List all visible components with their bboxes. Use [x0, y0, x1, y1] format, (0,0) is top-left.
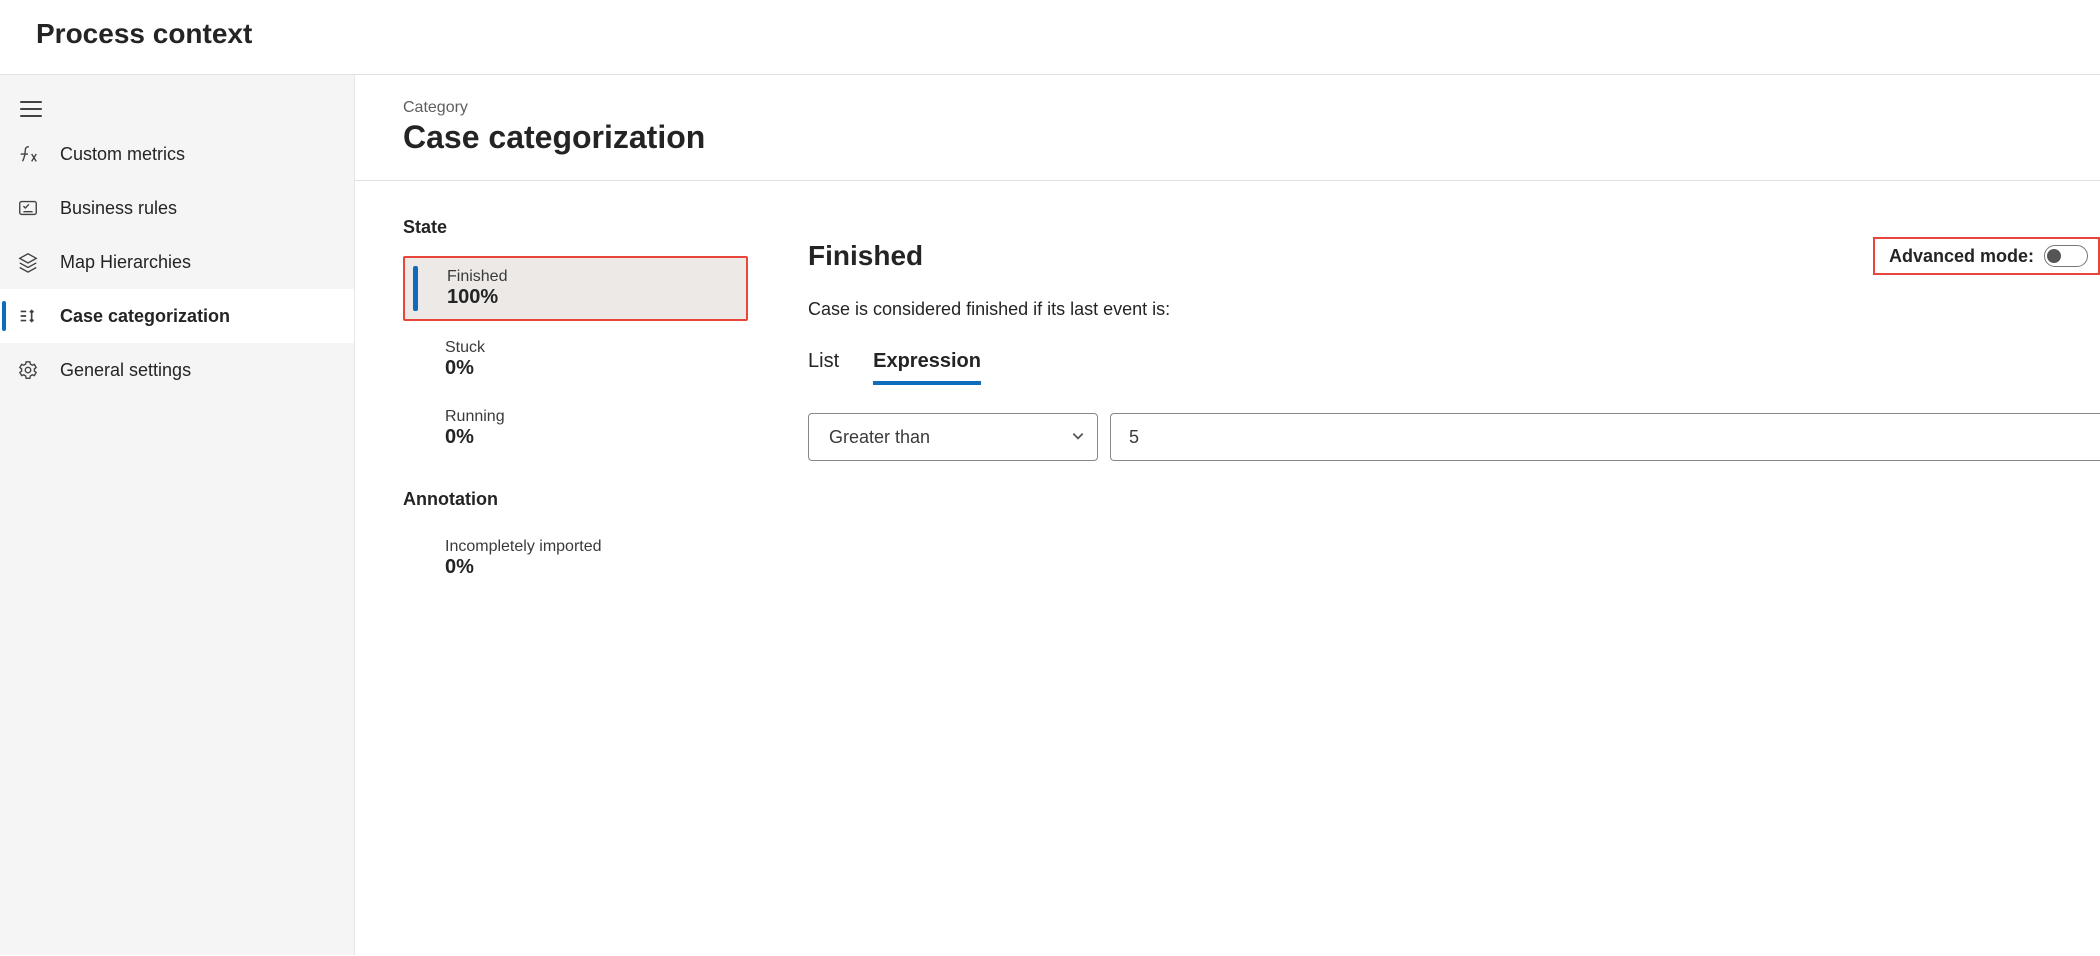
tab-expression[interactable]: Expression: [873, 350, 981, 385]
sidebar-item-case-categorization[interactable]: Case categorization: [0, 289, 354, 343]
operator-selected-value: Greater than: [829, 427, 930, 448]
value-input[interactable]: [1110, 413, 2100, 461]
advanced-mode-label: Advanced mode:: [1889, 246, 2034, 267]
annotation-card-incompletely-imported[interactable]: Incompletely imported 0%: [403, 528, 748, 589]
hamburger-icon: [20, 101, 42, 117]
detail-description: Case is considered finished if its last …: [808, 299, 2100, 320]
sidebar-item-label: General settings: [60, 360, 191, 381]
hamburger-button[interactable]: [0, 83, 354, 127]
state-value: 100%: [447, 286, 732, 309]
detail-title: Finished: [808, 240, 923, 272]
annotation-value: 0%: [445, 556, 734, 579]
state-name: Finished: [447, 268, 732, 286]
sidebar: Custom metrics Business rules Map Hierar…: [0, 75, 355, 955]
toggle-knob: [2047, 249, 2061, 263]
chevron-down-icon: [1071, 427, 1085, 448]
category-label: Category: [403, 99, 2100, 117]
sidebar-item-general-settings[interactable]: General settings: [0, 343, 354, 397]
state-card-running[interactable]: Running 0%: [403, 398, 748, 459]
main-content: Category Case categorization State Finis…: [355, 75, 2100, 955]
annotation-section-label: Annotation: [403, 489, 748, 510]
function-icon: [16, 143, 40, 165]
state-card-stuck[interactable]: Stuck 0%: [403, 329, 748, 390]
category-title: Case categorization: [403, 119, 2100, 156]
advanced-mode-toggle[interactable]: [2044, 245, 2088, 267]
tab-list[interactable]: List: [808, 350, 839, 385]
sidebar-item-label: Case categorization: [60, 306, 230, 327]
gear-icon: [16, 359, 40, 381]
sidebar-item-label: Map Hierarchies: [60, 252, 191, 273]
detail-tabs: List Expression: [808, 350, 2100, 385]
advanced-mode-container: Advanced mode:: [1873, 237, 2100, 275]
sidebar-item-label: Business rules: [60, 198, 177, 219]
state-name: Stuck: [445, 339, 734, 357]
sidebar-item-business-rules[interactable]: Business rules: [0, 181, 354, 235]
rules-icon: [16, 197, 40, 219]
state-section-label: State: [403, 217, 748, 238]
state-card-finished[interactable]: Finished 100%: [403, 256, 748, 321]
state-name: Running: [445, 408, 734, 426]
state-value: 0%: [445, 357, 734, 380]
page-title: Process context: [0, 0, 2100, 75]
sidebar-item-custom-metrics[interactable]: Custom metrics: [0, 127, 354, 181]
layers-icon: [16, 251, 40, 273]
annotation-name: Incompletely imported: [445, 538, 734, 556]
state-value: 0%: [445, 426, 734, 449]
sidebar-item-label: Custom metrics: [60, 144, 185, 165]
categorize-icon: [16, 305, 40, 327]
operator-select[interactable]: Greater than: [808, 413, 1098, 461]
sidebar-item-map-hierarchies[interactable]: Map Hierarchies: [0, 235, 354, 289]
